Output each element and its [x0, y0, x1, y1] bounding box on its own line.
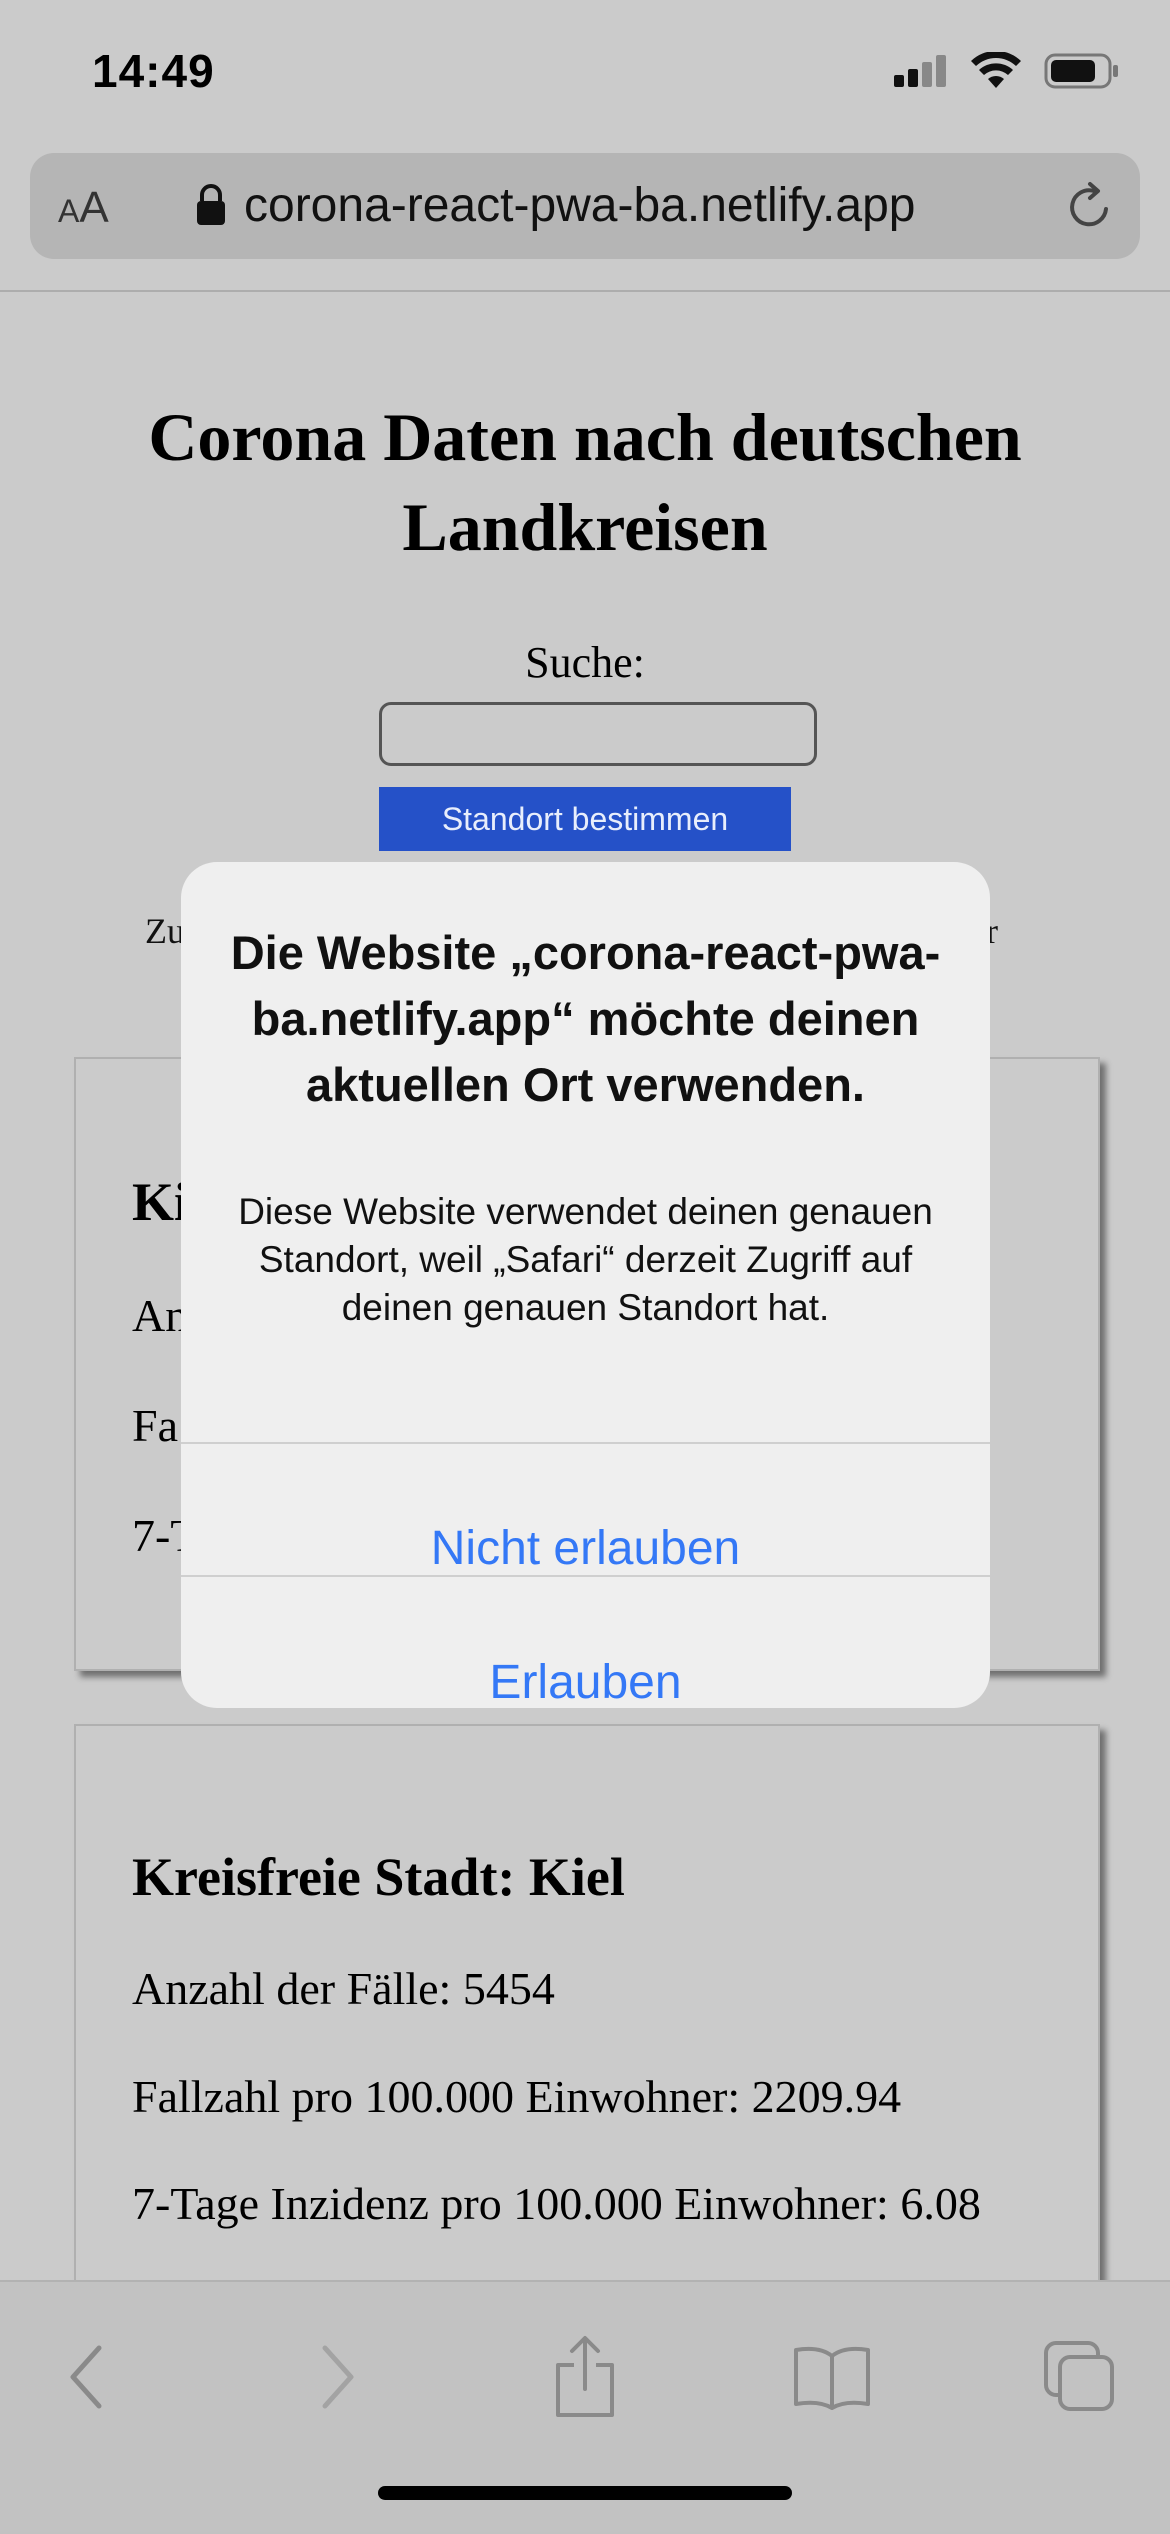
cases-per-100k-text: Fa — [132, 1400, 178, 1451]
wifi-icon — [970, 50, 1022, 95]
dialog-divider — [181, 1442, 990, 1444]
forward-icon[interactable] — [288, 2327, 388, 2427]
allow-button[interactable]: Erlauben — [181, 1618, 990, 1708]
text-size-button[interactable]: AA — [58, 183, 109, 233]
dialog-divider — [181, 1575, 990, 1577]
page-title: Corona Daten nach deutschen Landkreisen — [148, 399, 1022, 565]
reload-icon[interactable] — [1062, 179, 1118, 240]
status-bar: 14:49 — [0, 0, 1170, 150]
home-indicator[interactable] — [378, 2486, 792, 2500]
back-icon[interactable] — [36, 2327, 136, 2427]
card-title: Kreisfreie Stadt: Kiel — [132, 1847, 625, 1907]
search-label: Suche: — [525, 638, 645, 687]
bookmarks-icon[interactable] — [782, 2327, 882, 2427]
dialog-title: Die Website „corona-react-pwa-ba.netlify… — [230, 926, 941, 1111]
cases-text: Anzahl der Fälle: 5454 — [132, 1963, 555, 2014]
url-text[interactable]: corona-react-pwa-ba.netlify.app — [244, 178, 915, 233]
cellular-signal-icon — [892, 53, 948, 94]
status-icons — [892, 50, 1120, 95]
text-size-small-label: A — [58, 193, 80, 229]
search-input[interactable] — [379, 702, 817, 766]
text-size-large-label: A — [79, 183, 109, 232]
address-bar[interactable]: AA corona-react-pwa-ba.netlify.app — [30, 153, 1140, 259]
tabs-icon[interactable] — [1030, 2327, 1130, 2427]
partial-text-left: Zu — [145, 911, 185, 951]
incidence-text: 7-Tage Inzidenz pro 100.000 Einwohner: 6… — [132, 2178, 981, 2229]
locate-button[interactable]: Standort bestimmen — [379, 787, 791, 851]
dialog-message: Diese Website verwendet deinen genauen S… — [238, 1191, 933, 1328]
cases-text: An — [132, 1290, 189, 1341]
status-time: 14:49 — [92, 45, 215, 97]
deny-button[interactable]: Nicht erlauben — [181, 1484, 990, 1614]
battery-icon — [1044, 52, 1120, 95]
location-permission-dialog: Die Website „corona-react-pwa-ba.netlify… — [181, 862, 990, 1708]
district-card: Kreisfreie Stadt: Kiel Anzahl der Fälle:… — [74, 1724, 1100, 2280]
cases-per-100k-text: Fallzahl pro 100.000 Einwohner: 2209.94 — [132, 2071, 902, 2122]
share-icon[interactable] — [535, 2327, 635, 2427]
lock-icon — [194, 183, 228, 232]
